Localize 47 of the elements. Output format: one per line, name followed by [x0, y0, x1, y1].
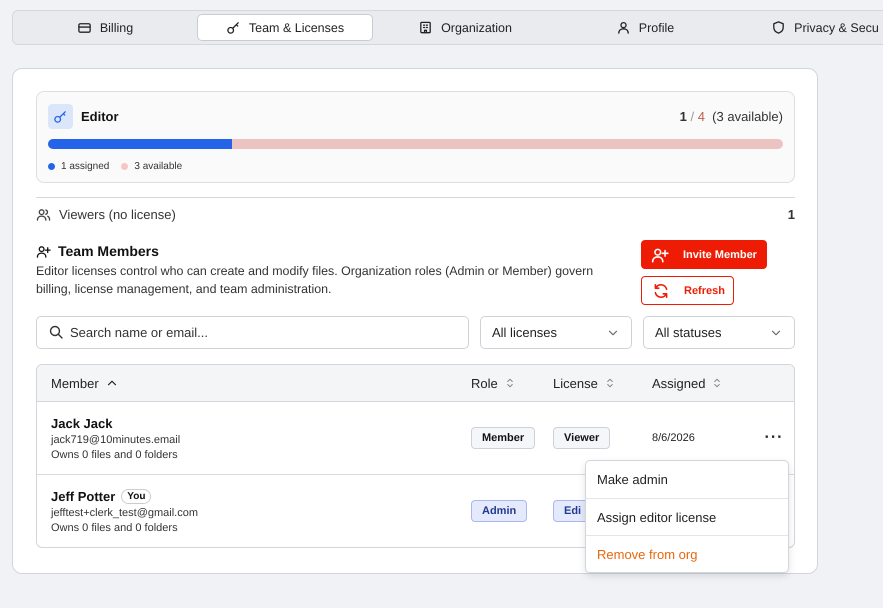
search-icon: [48, 324, 64, 340]
license-name: Editor: [81, 109, 119, 124]
tab[interactable]: Profile: [557, 14, 733, 41]
you-tag: You: [121, 488, 152, 504]
assigned-date: 8/6/2026: [652, 432, 696, 444]
key-glyph: [53, 109, 68, 124]
role-badge: Admin: [471, 500, 528, 522]
column-header[interactable]: Assigned: [652, 376, 706, 390]
viewers-count: 1: [788, 207, 795, 222]
card-icon: [76, 20, 92, 35]
person-plus-icon: [651, 246, 669, 264]
member-name: Jack Jack: [51, 416, 112, 430]
member-files: Owns 0 files and 0 folders: [51, 448, 179, 460]
column-header[interactable]: Member: [51, 376, 99, 390]
key-icon: [226, 20, 241, 35]
menu-item[interactable]: Make admin: [586, 461, 788, 498]
tab[interactable]: Organization: [377, 14, 553, 41]
search-field[interactable]: Search name or email...: [36, 316, 469, 349]
license-count: 1 / 4 (3 available): [680, 109, 783, 124]
shield-icon: [771, 20, 786, 35]
legend-label: 1 assigned: [61, 161, 110, 172]
tab[interactable]: Team & Licenses: [197, 14, 373, 41]
refresh-icon: [652, 282, 670, 300]
viewers-label: Viewers (no license): [59, 207, 176, 222]
member-name: Jeff Potter: [51, 488, 116, 504]
member-email: jefftest+clerk_test@gmail.com: [51, 506, 199, 518]
person-icon: [616, 20, 631, 35]
menu-item[interactable]: Assign editor license: [586, 498, 788, 535]
section-title: Team Members: [58, 243, 159, 259]
member-email: jack719@10minutes.email: [51, 434, 182, 446]
building-icon: [418, 20, 434, 35]
license-filter[interactable]: All licenses: [480, 316, 632, 349]
invite-button[interactable]: Invite Member: [641, 240, 767, 269]
column-header[interactable]: Role: [471, 376, 498, 390]
section-description: Editor licenses control who can create and modify files. Organization roles (Admin or Member) govern billing, license management, and team administration.: [36, 263, 594, 298]
legend-label: 3 available: [134, 161, 182, 172]
member-files: Owns 0 files and 0 folders: [51, 522, 179, 534]
people-icon: [36, 207, 51, 222]
tab[interactable]: Billing: [17, 14, 193, 41]
license-badge: Viewer: [553, 427, 610, 449]
more-button[interactable]: ···: [754, 429, 794, 447]
status-filter[interactable]: All statuses: [643, 316, 795, 349]
refresh-button[interactable]: Refresh: [641, 276, 734, 305]
person-plus-icon: [36, 244, 51, 258]
role-badge: Member: [471, 427, 536, 449]
tab[interactable]: Privacy & Secu: [737, 14, 883, 41]
column-header[interactable]: License: [553, 376, 598, 390]
